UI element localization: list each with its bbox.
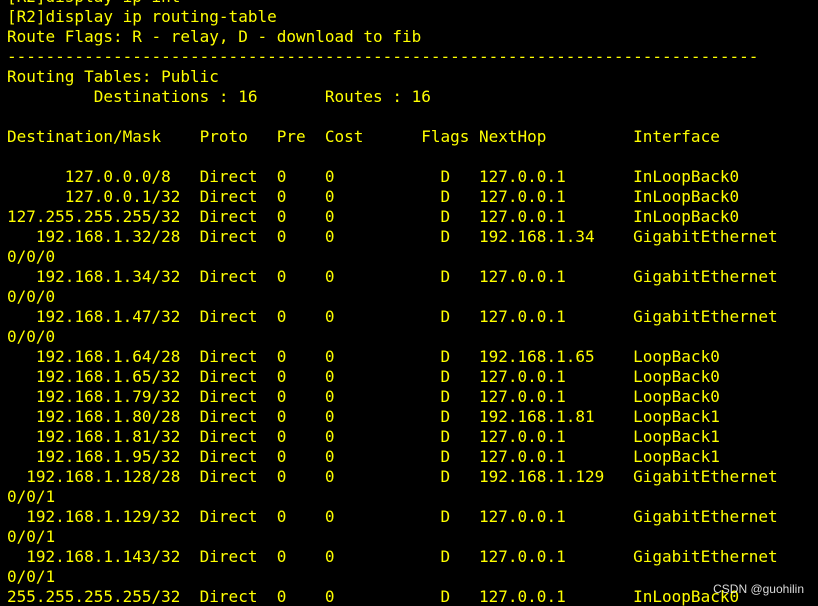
terminal-line: 192.168.1.79/32 Direct 0 0 D 127.0.0.1 L… — [7, 387, 720, 406]
terminal-line: 192.168.1.47/32 Direct 0 0 D 127.0.0.1 G… — [7, 307, 778, 326]
terminal-line: 0/0/1 — [7, 527, 56, 546]
terminal-line: 192.168.1.34/32 Direct 0 0 D 127.0.0.1 G… — [7, 267, 778, 286]
terminal-line: 127.0.0.0/8 Direct 0 0 D 127.0.0.1 InLoo… — [7, 167, 740, 186]
terminal-line: [R2]display ip int — [7, 0, 818, 7]
terminal-line: 0/0/0 — [7, 247, 56, 266]
terminal-line: 127.255.255.255/32 Direct 0 0 D 127.0.0.… — [7, 207, 740, 226]
terminal-line: 192.168.1.32/28 Direct 0 0 D 192.168.1.3… — [7, 227, 778, 246]
terminal-line: 255.255.255.255/32 Direct 0 0 D 127.0.0.… — [7, 587, 740, 606]
watermark: CSDN @guohilin — [713, 582, 804, 596]
terminal-window[interactable]: [R2]display ip int[R2]display ip routing… — [0, 0, 818, 606]
terminal-line: 192.168.1.65/32 Direct 0 0 D 127.0.0.1 L… — [7, 367, 720, 386]
terminal-output: [R2]display ip int[R2]display ip routing… — [7, 0, 818, 606]
terminal-line: 127.0.0.1/32 Direct 0 0 D 127.0.0.1 InLo… — [7, 187, 740, 206]
terminal-line: Route Flags: R - relay, D - download to … — [7, 27, 422, 46]
terminal-line: 192.168.1.143/32 Direct 0 0 D 127.0.0.1 … — [7, 547, 778, 566]
terminal-line: 0/0/1 — [7, 487, 56, 506]
terminal-line: 192.168.1.128/28 Direct 0 0 D 192.168.1.… — [7, 467, 778, 486]
terminal-line: 192.168.1.81/32 Direct 0 0 D 127.0.0.1 L… — [7, 427, 720, 446]
terminal-line: ----------------------------------------… — [7, 47, 759, 66]
terminal-line: 192.168.1.64/28 Direct 0 0 D 192.168.1.6… — [7, 347, 720, 366]
terminal-line: [R2]display ip routing-table — [7, 7, 277, 26]
terminal-line: Routing Tables: Public — [7, 67, 219, 86]
terminal-line: Destination/Mask Proto Pre Cost Flags Ne… — [7, 127, 720, 146]
terminal-line: Destinations : 16 Routes : 16 — [7, 87, 431, 106]
terminal-line: 192.168.1.129/32 Direct 0 0 D 127.0.0.1 … — [7, 507, 778, 526]
terminal-line: 192.168.1.95/32 Direct 0 0 D 127.0.0.1 L… — [7, 447, 720, 466]
terminal-line: 0/0/1 — [7, 567, 56, 586]
terminal-line: 0/0/0 — [7, 327, 56, 346]
terminal-line: 192.168.1.80/28 Direct 0 0 D 192.168.1.8… — [7, 407, 720, 426]
terminal-line: 0/0/0 — [7, 287, 56, 306]
